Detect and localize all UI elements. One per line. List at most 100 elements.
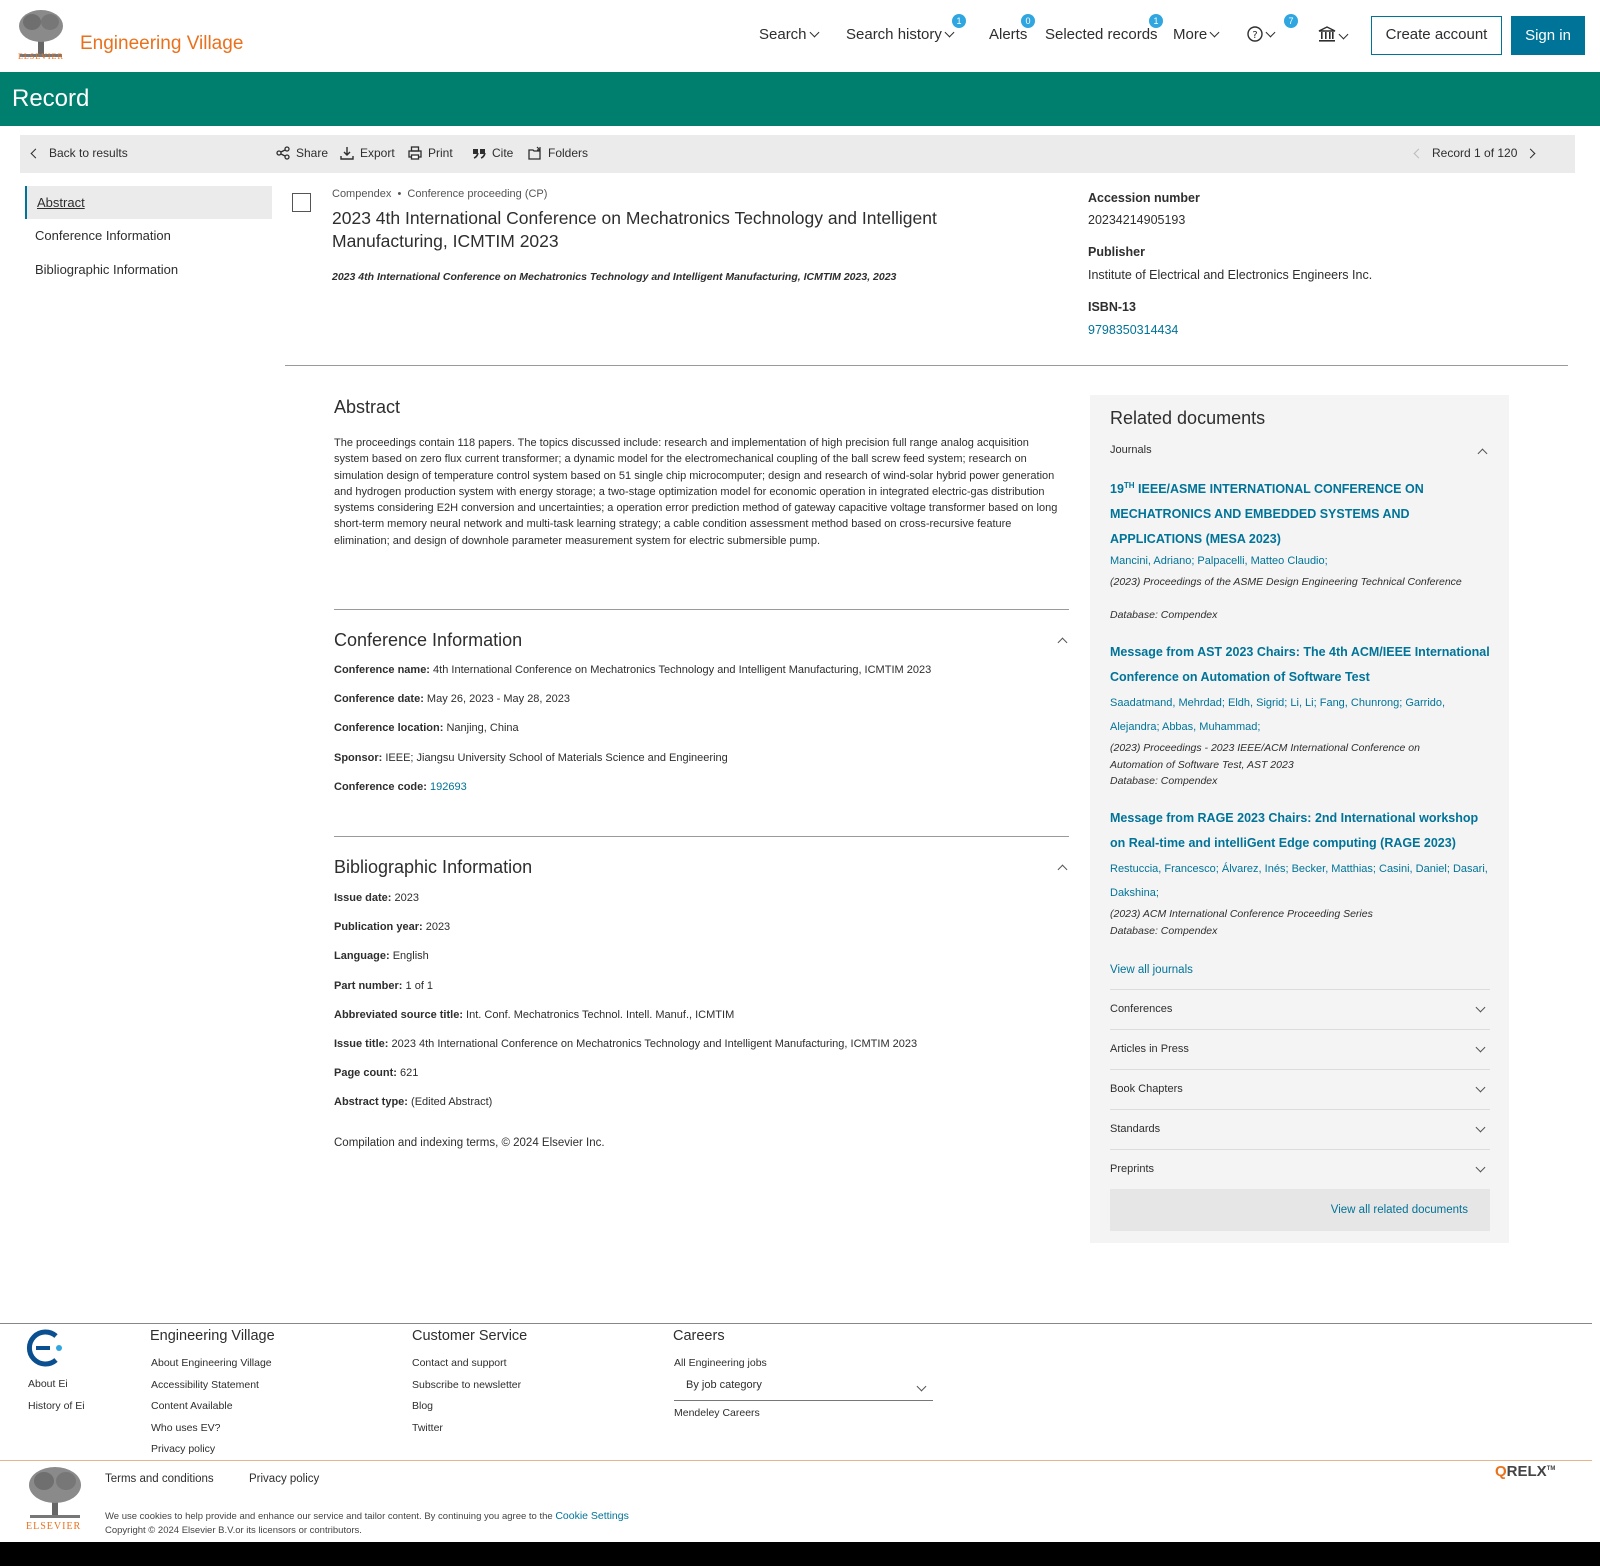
conference-code-link[interactable]: 192693 xyxy=(430,781,467,793)
relx-logo[interactable]: QRELXTM xyxy=(1495,1463,1555,1480)
nav-search-history[interactable]: Search history xyxy=(846,26,955,50)
related-category-conferences[interactable]: Conferences xyxy=(1110,989,1490,1029)
select-record-checkbox[interactable] xyxy=(292,193,311,212)
history-ei-link[interactable]: History of Ei xyxy=(28,1400,85,1412)
create-account-button[interactable]: Create account xyxy=(1371,16,1502,55)
record-source: 2023 4th International Conference on Mec… xyxy=(332,271,897,283)
nav-selected-records[interactable]: Selected records xyxy=(1045,26,1158,50)
privacy-link[interactable]: Privacy policy xyxy=(249,1473,319,1485)
related-category-preprints[interactable]: Preprints xyxy=(1110,1149,1490,1189)
terms-link[interactable]: Terms and conditions xyxy=(105,1473,214,1485)
related-doc-title[interactable]: Message from RAGE 2023 Chairs: 2nd Inter… xyxy=(1110,806,1490,856)
footer-link[interactable]: Content Available xyxy=(151,1400,233,1412)
chevron-left-icon xyxy=(30,148,41,159)
isbn-label: ISBN-13 xyxy=(1088,300,1136,314)
footer-heading-engineering-village: Engineering Village xyxy=(150,1328,275,1344)
leftnav-conference-information[interactable]: Conference Information xyxy=(25,219,272,252)
job-category-select[interactable]: By job category xyxy=(674,1375,933,1401)
export-button[interactable]: Export xyxy=(340,146,395,160)
footer-link[interactable]: Accessibility Statement xyxy=(151,1379,259,1391)
publisher-label: Publisher xyxy=(1088,245,1145,259)
record-toolbar: Back to results Share Export Print Cite … xyxy=(20,135,1575,173)
ei-logo-icon[interactable] xyxy=(26,1328,66,1368)
selected-records-badge: 1 xyxy=(1149,14,1163,28)
abstract-type-field: Abstract type: (Edited Abstract) xyxy=(334,1096,493,1108)
print-button[interactable]: Print xyxy=(408,146,453,160)
footer-link[interactable]: Who uses EV? xyxy=(151,1422,220,1434)
related-category-standards[interactable]: Standards xyxy=(1110,1109,1490,1149)
conference-code-field: Conference code: 192693 xyxy=(334,781,467,793)
chevron-down-icon xyxy=(1475,1162,1486,1173)
footer-heading-careers: Careers xyxy=(673,1328,725,1344)
search-history-badge: 1 xyxy=(952,14,966,28)
sponsor-field: Sponsor: IEEE; Jiangsu University School… xyxy=(334,752,728,764)
nav-alerts[interactable]: Alerts xyxy=(989,26,1027,50)
related-doc-title[interactable]: Message from AST 2023 Chairs: The 4th AC… xyxy=(1110,640,1490,690)
leftnav-abstract[interactable]: Abstract xyxy=(25,186,272,219)
footer-link[interactable]: Blog xyxy=(412,1400,433,1412)
related-doc-authors[interactable]: Saadatmand, Mehrdad; Eldh, Sigrid; Li, L… xyxy=(1110,691,1490,739)
view-all-journals-link[interactable]: View all journals xyxy=(1110,964,1193,976)
footer-link[interactable]: Privacy policy xyxy=(151,1443,215,1455)
related-category-book-chapters[interactable]: Book Chapters xyxy=(1110,1069,1490,1109)
folders-button[interactable]: Folders xyxy=(528,146,588,160)
share-button[interactable]: Share xyxy=(276,146,328,160)
nav-institution[interactable] xyxy=(1318,26,1349,50)
brand-name[interactable]: Engineering Village xyxy=(80,33,243,55)
accession-label: Accession number xyxy=(1088,191,1200,205)
footer-link[interactable]: Mendeley Careers xyxy=(674,1407,760,1419)
cite-button[interactable]: Cite xyxy=(472,146,513,160)
next-record-icon[interactable] xyxy=(1525,148,1536,159)
related-doc-authors[interactable]: Restuccia, Francesco; Álvarez, Inés; Bec… xyxy=(1110,857,1490,905)
footer-divider xyxy=(0,1323,1592,1324)
about-ei-link[interactable]: About Ei xyxy=(28,1378,68,1390)
abstract-heading: Abstract xyxy=(334,397,401,417)
sign-in-button[interactable]: Sign in xyxy=(1511,16,1585,55)
view-all-related-documents-button[interactable]: View all related documents xyxy=(1110,1189,1490,1231)
elsevier-tree-logo-icon[interactable] xyxy=(26,1465,84,1521)
footer-link[interactable]: Subscribe to newsletter xyxy=(412,1379,521,1391)
record-title: 2023 4th International Conference on Mec… xyxy=(332,208,937,251)
institution-icon xyxy=(1318,26,1336,42)
nav-help[interactable]: ? xyxy=(1247,26,1276,50)
footer-link[interactable]: All Engineering jobs xyxy=(674,1357,767,1369)
related-doc-authors[interactable]: Mancini, Adriano; Palpacelli, Matteo Cla… xyxy=(1110,549,1490,573)
related-documents-heading: Related documents xyxy=(1110,408,1266,428)
related-doc-source: (2023) ACM International Conference Proc… xyxy=(1110,908,1373,920)
chevron-down-icon xyxy=(944,27,955,38)
share-icon xyxy=(276,146,290,160)
previous-record-icon[interactable] xyxy=(1413,148,1424,159)
nav-more[interactable]: More xyxy=(1173,26,1220,50)
collapse-conference-icon[interactable] xyxy=(1057,637,1068,648)
footer-link[interactable]: Contact and support xyxy=(412,1357,507,1369)
related-category-articles-in-press[interactable]: Articles in Press xyxy=(1110,1029,1490,1069)
chevron-down-icon xyxy=(1475,1042,1486,1053)
conference-heading: Conference Information xyxy=(334,630,523,650)
back-to-results-link[interactable]: Back to results xyxy=(30,146,128,160)
cookie-settings-link[interactable]: Cookie Settings xyxy=(555,1510,629,1522)
footer-link[interactable]: Twitter xyxy=(412,1422,443,1434)
chevron-down-icon xyxy=(809,27,819,38)
divider xyxy=(334,609,1069,610)
journals-label[interactable]: Journals xyxy=(1110,444,1152,456)
chevron-down-icon xyxy=(1475,1122,1486,1133)
top-header: ELSEVIER Engineering Village Search Sear… xyxy=(0,0,1600,72)
divider xyxy=(334,836,1069,837)
collapse-bibliographic-icon[interactable] xyxy=(1057,864,1068,875)
bottom-bar xyxy=(0,1542,1600,1566)
record-meta: Compendex • Conference proceeding (CP) xyxy=(332,188,548,200)
publisher-value: Institute of Electrical and Electronics … xyxy=(1088,268,1373,282)
abstract-text: The proceedings contain 118 papers. The … xyxy=(334,437,1058,547)
chevron-down-icon xyxy=(1475,1002,1486,1013)
help-icon: ? xyxy=(1247,26,1263,42)
elsevier-wordmark: ELSEVIER xyxy=(26,1521,82,1532)
leftnav-bibliographic-information[interactable]: Bibliographic Information xyxy=(25,253,272,286)
related-doc-title[interactable]: 19TH IEEE/ASME INTERNATIONAL CONFERENCE … xyxy=(1110,473,1490,552)
nav-search[interactable]: Search xyxy=(759,26,819,50)
footer-link[interactable]: About Engineering Village xyxy=(151,1357,272,1369)
relx-mark-icon: Q xyxy=(1495,1463,1507,1480)
chevron-down-icon xyxy=(916,1381,927,1392)
isbn-link[interactable]: 9798350314434 xyxy=(1088,323,1178,337)
chevron-down-icon xyxy=(1209,27,1220,38)
language-field: Language: English xyxy=(334,950,429,962)
